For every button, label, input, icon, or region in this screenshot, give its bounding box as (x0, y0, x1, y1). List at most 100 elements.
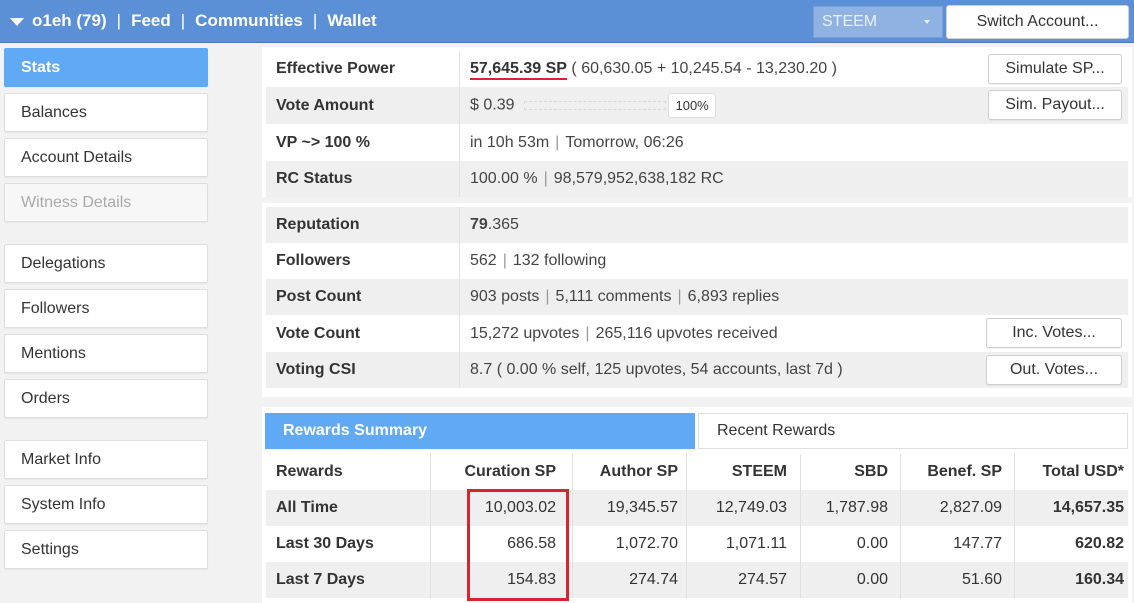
followers-row: Followers 562 | 132 following (266, 243, 1128, 279)
curation-sp-cell: 154.83 (507, 571, 556, 588)
replies-count: 6,893 replies (687, 288, 780, 305)
pipe-separator: | (543, 170, 548, 187)
incoming-votes-button[interactable]: Inc. Votes... (986, 318, 1122, 348)
sidebar-item-stats[interactable]: Stats (4, 48, 208, 87)
voting-csi-label: Voting CSI (276, 361, 356, 378)
reputation-row: Reputation 79.365 (266, 207, 1128, 243)
following-count: 132 following (512, 252, 607, 269)
vote-amount-row: Vote Amount $ 0.39 100% Sim. Payout... (266, 87, 1128, 124)
row-label: Last 30 Days (276, 535, 374, 552)
nav-wallet[interactable]: Wallet (327, 11, 376, 31)
nav-separator: | (116, 11, 122, 30)
rc-value: 100.00 % | 98,579,952,638,182 RC (470, 170, 724, 188)
account-link[interactable]: o1eh (79) (32, 11, 107, 31)
benef-sp-cell: 51.60 (961, 571, 1002, 588)
steem-cell: 1,071.11 (725, 535, 787, 552)
sidebar-item-mentions[interactable]: Mentions (4, 334, 208, 373)
column-divider (459, 87, 460, 124)
sidebar-item-orders[interactable]: Orders (4, 379, 208, 418)
sidebar: Stats Balances Account Details Witness D… (0, 43, 212, 603)
tab-recent-rewards[interactable]: Recent Rewards (698, 413, 1128, 449)
chain-select[interactable]: STEEM (813, 6, 943, 38)
chevron-down-icon (924, 20, 930, 24)
switch-account-button[interactable]: Switch Account... (946, 5, 1129, 39)
vote-weight-badge: 100% (668, 93, 716, 118)
header-total-usd: Total USD* (1042, 463, 1124, 480)
curation-sp-cell: 686.58 (507, 535, 556, 552)
header-steem: STEEM (731, 463, 787, 480)
vp-when: Tomorrow, 06:26 (565, 133, 684, 151)
vp-time: in 10h 53m (470, 133, 550, 151)
author-sp-cell: 1,072.70 (615, 535, 678, 552)
tab-rewards-summary[interactable]: Rewards Summary (265, 413, 695, 449)
steem-cell: 12,749.03 (715, 499, 787, 516)
pipe-separator: | (585, 324, 590, 342)
total-usd-cell: 160.34 (1075, 571, 1124, 588)
table-row: Last 30 Days 686.58 1,072.70 1,071.11 0.… (266, 526, 1128, 562)
vote-amount-label: Vote Amount (276, 96, 374, 114)
sidebar-item-balances[interactable]: Balances (4, 93, 208, 132)
reputation-dec: .365 (487, 216, 519, 233)
sidebar-item-settings[interactable]: Settings (4, 530, 208, 569)
effective-power-label: Effective Power (276, 60, 396, 77)
comments-count: 5,111 comments (555, 288, 672, 305)
pipe-separator: | (502, 252, 507, 269)
table-row: Last 7 Days 154.83 274.74 274.57 0.00 51… (266, 562, 1128, 598)
rc-pct: 100.00 % (470, 170, 538, 187)
upvotes-received-count: 265,116 upvotes received (595, 324, 778, 342)
sidebar-item-system-info[interactable]: System Info (4, 485, 208, 524)
nav-communities[interactable]: Communities (195, 11, 303, 31)
vote-count-label: Vote Count (276, 324, 361, 342)
header-rewards: Rewards (276, 463, 343, 480)
effective-power-row: Effective Power 57,645.39 SP ( 60,630.05… (266, 51, 1128, 87)
sbd-cell: 0.00 (856, 571, 888, 588)
sbd-cell: 0.00 (856, 535, 888, 552)
posts-count: 903 posts (470, 288, 540, 305)
power-panel: Effective Power 57,645.39 SP ( 60,630.05… (262, 47, 1132, 197)
vp-value: in 10h 53m | Tomorrow, 06:26 (470, 134, 684, 152)
rewards-table-header: Rewards Curation SP Author SP STEEM SBD … (266, 454, 1128, 490)
total-usd-cell: 620.82 (1075, 535, 1124, 552)
post-count-label: Post Count (276, 288, 362, 305)
author-sp-cell: 274.74 (629, 571, 678, 588)
header-curation-sp: Curation SP (464, 463, 556, 480)
effective-power-value: 57,645.39 SP (470, 60, 567, 80)
vote-count-value: 15,272 upvotes | 265,116 upvotes received (470, 325, 778, 343)
simulate-sp-button[interactable]: Simulate SP... (988, 54, 1122, 84)
header-benef-sp: Benef. SP (927, 463, 1002, 480)
main-content: Effective Power 57,645.39 SP ( 60,630.05… (262, 43, 1134, 603)
sidebar-item-delegations[interactable]: Delegations (4, 244, 208, 283)
steem-cell: 274.57 (738, 571, 787, 588)
sidebar-item-witness-details: Witness Details (4, 183, 208, 222)
rc-row: RC Status 100.00 % | 98,579,952,638,182 RC (266, 161, 1128, 197)
header-author-sp: Author SP (599, 463, 678, 480)
social-panel: Reputation 79.365 Followers 562 | 132 foll… (262, 203, 1132, 397)
outgoing-votes-button[interactable]: Out. Votes... (986, 355, 1122, 385)
column-divider (459, 124, 460, 161)
benef-sp-cell: 2,827.09 (939, 499, 1002, 516)
row-label: Last 7 Days (276, 571, 365, 588)
nav-separator: | (180, 11, 186, 30)
caret-down-icon[interactable] (10, 18, 24, 26)
pipe-separator: | (677, 288, 682, 305)
effective-power-value-wrap: 57,645.39 SP ( 60,630.05 + 10,245.54 - 1… (470, 60, 837, 80)
effective-power-detail: ( 60,630.05 + 10,245.54 - 13,230.20 ) (566, 60, 837, 77)
sim-payout-button[interactable]: Sim. Payout... (988, 90, 1122, 120)
sidebar-item-account-details[interactable]: Account Details (4, 138, 208, 177)
vote-count-row: Vote Count 15,272 upvotes | 265,116 upvote… (266, 315, 1128, 352)
curation-sp-cell: 10,003.02 (484, 499, 556, 516)
sidebar-item-market-info[interactable]: Market Info (4, 440, 208, 479)
sidebar-item-followers[interactable]: Followers (4, 289, 208, 328)
reputation-int: 79 (470, 216, 488, 233)
vp-label: VP ~> 100 % (276, 133, 370, 151)
vote-weight-slider[interactable] (524, 101, 667, 110)
benef-sp-cell: 147.77 (953, 535, 1002, 552)
rc-label: RC Status (276, 170, 353, 187)
author-sp-cell: 19,345.57 (606, 499, 678, 516)
table-row: All Time 10,003.02 19,345.57 12,749.03 1… (266, 490, 1128, 526)
column-divider (459, 161, 460, 197)
column-divider (459, 352, 460, 388)
reputation-value: 79.365 (470, 216, 519, 234)
nav-feed[interactable]: Feed (131, 11, 171, 31)
pipe-separator: | (555, 133, 560, 151)
